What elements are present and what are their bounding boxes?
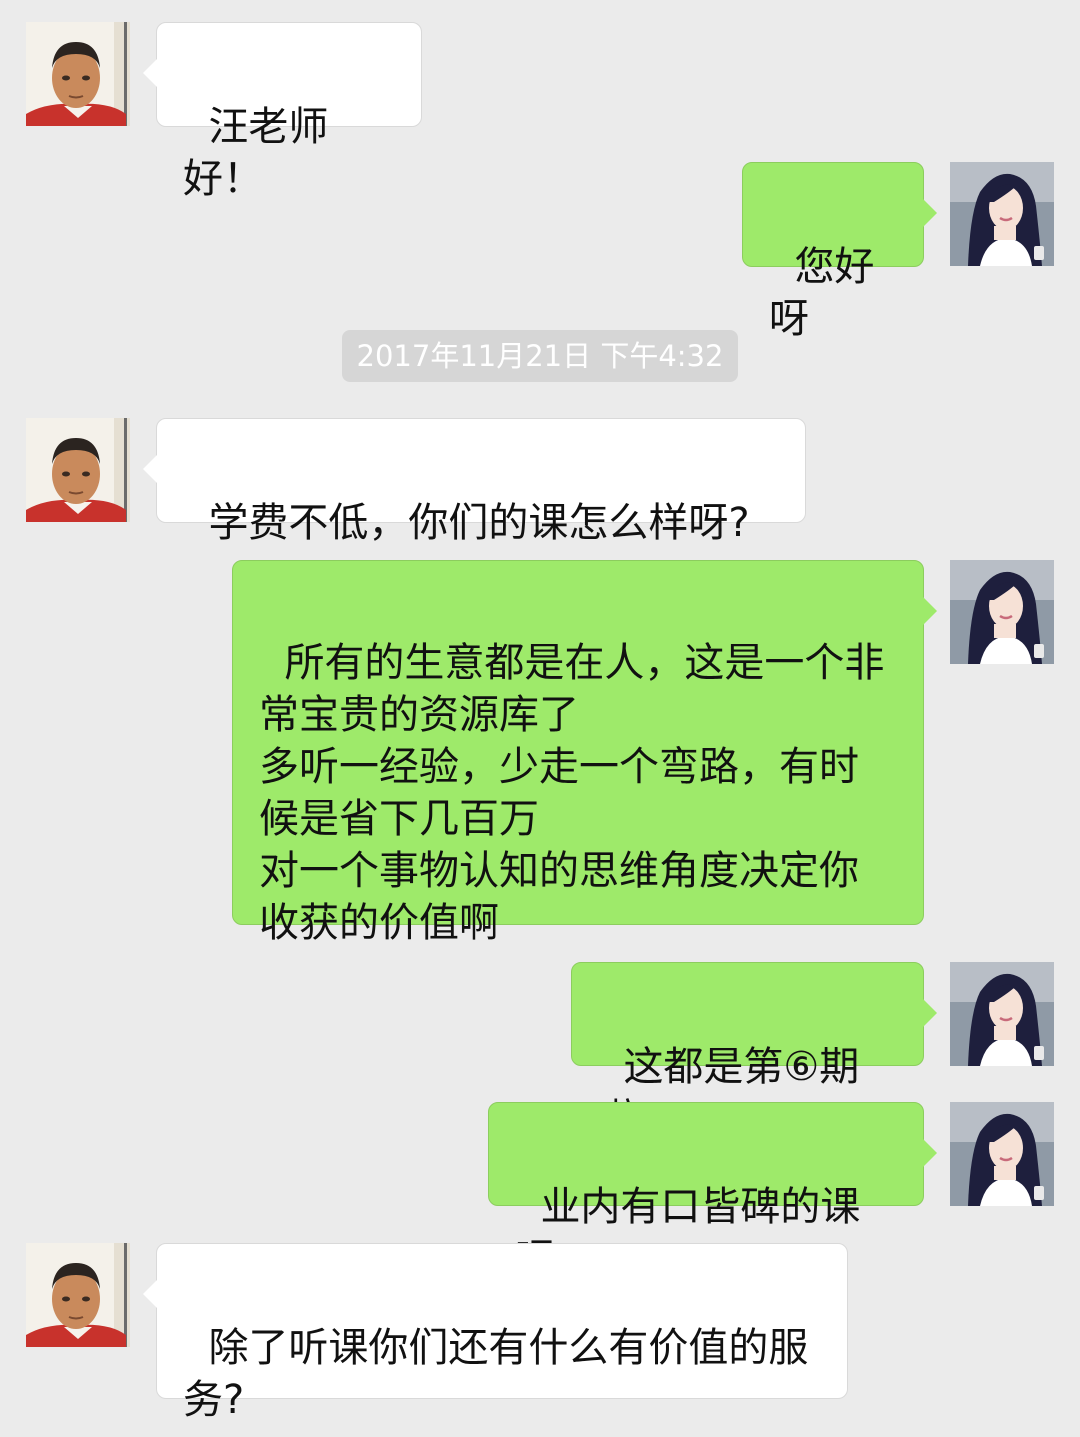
message-text: 您好呀 (769, 244, 875, 342)
chat-timestamp: 2017年11月21日 下午4:32 (342, 330, 738, 382)
my-avatar[interactable] (950, 560, 1054, 664)
man-avatar-icon (26, 1243, 130, 1347)
message-bubble-outgoing[interactable]: 业内有口皆碑的课呢 (488, 1102, 937, 1282)
my-avatar[interactable] (950, 162, 1054, 266)
man-avatar-icon (26, 22, 130, 126)
message-bubble-outgoing[interactable]: 这都是第⑥期啦 (571, 962, 937, 1142)
message-bubble-outgoing[interactable]: 您好呀 (742, 162, 937, 342)
my-avatar[interactable] (950, 962, 1054, 1066)
woman-avatar-icon (950, 560, 1054, 664)
message-bubble-incoming[interactable]: 学费不低，你们的课怎么样呀? (143, 418, 806, 546)
contact-avatar[interactable] (26, 418, 130, 522)
woman-avatar-icon (950, 162, 1054, 266)
message-text: 除了听课你们还有什么有价值的服 务? (183, 1325, 809, 1423)
message-text: 所有的生意都是在人，这是一个非 常宝贵的资源库了 多听一经验，少走一个弯路，有时… (259, 640, 885, 946)
woman-avatar-icon (950, 1102, 1054, 1206)
message-bubble-outgoing[interactable]: 所有的生意都是在人，这是一个非 常宝贵的资源库了 多听一经验，少走一个弯路，有时… (232, 560, 937, 946)
contact-avatar[interactable] (26, 22, 130, 126)
my-avatar[interactable] (950, 1102, 1054, 1206)
woman-avatar-icon (950, 962, 1054, 1066)
message-text: 汪老师好！ (183, 104, 329, 202)
message-bubble-incoming[interactable]: 除了听课你们还有什么有价值的服 务? (143, 1243, 848, 1423)
message-text: 学费不低，你们的课怎么样呀? (208, 500, 750, 546)
message-bubble-incoming[interactable]: 汪老师好！ (143, 22, 422, 202)
man-avatar-icon (26, 418, 130, 522)
contact-avatar[interactable] (26, 1243, 130, 1347)
